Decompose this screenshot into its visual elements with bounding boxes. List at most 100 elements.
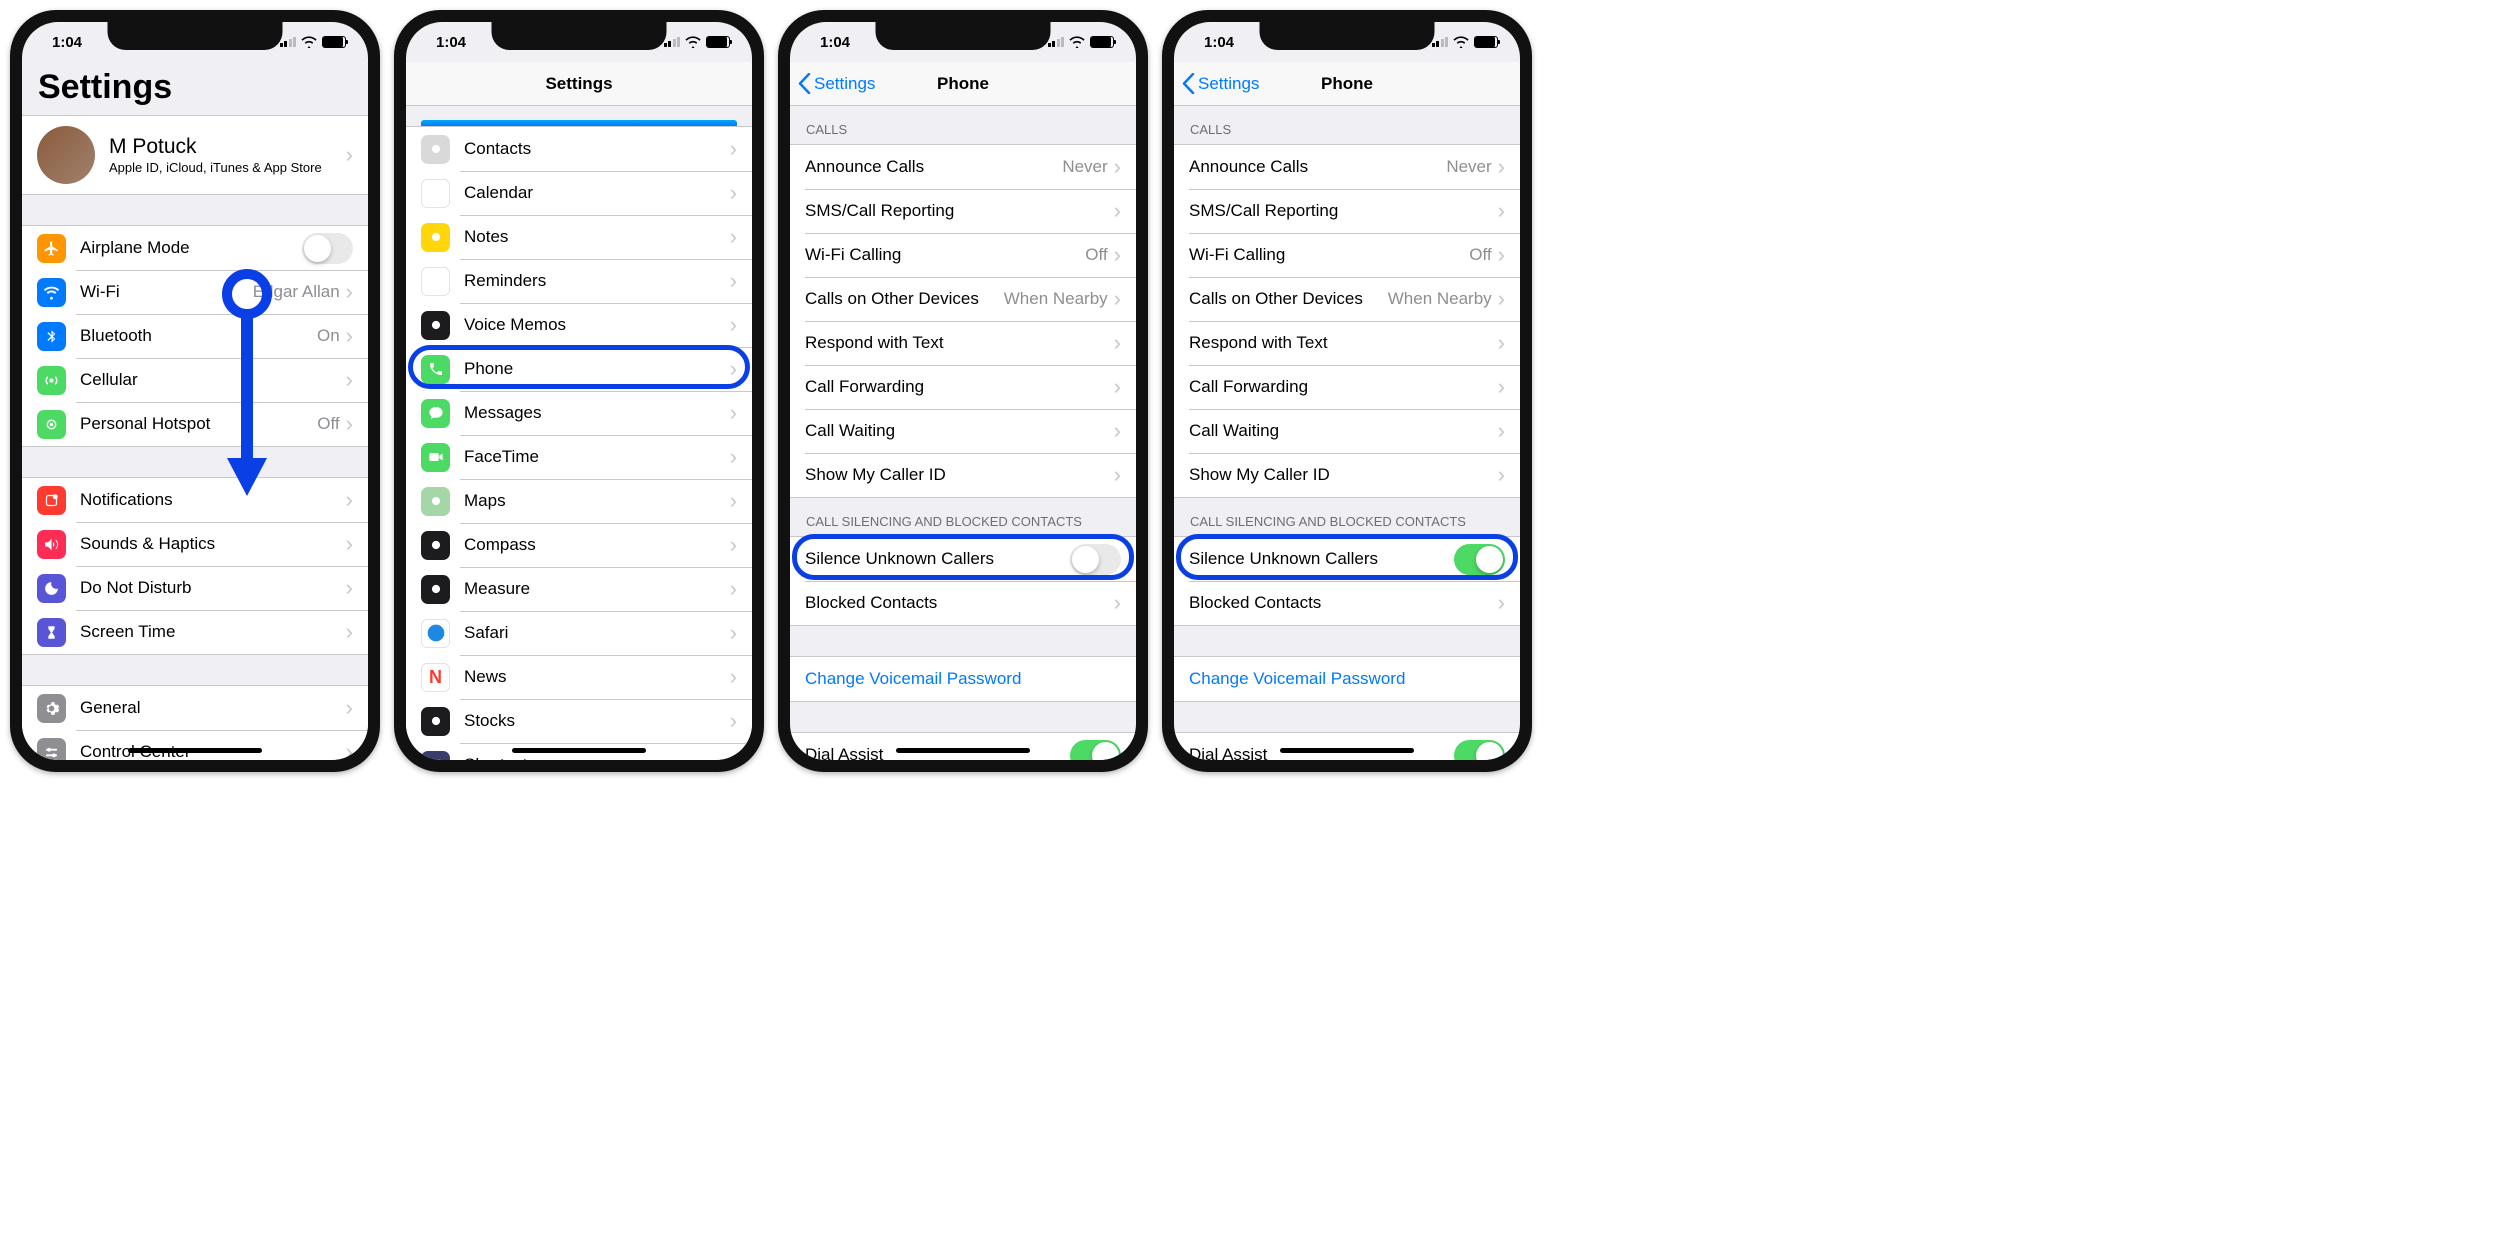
row-label: Maps [464,491,730,511]
row-label: News [464,667,730,687]
row-call-waiting[interactable]: Call Waiting› [1174,409,1520,453]
row-call-forwarding[interactable]: Call Forwarding› [790,365,1136,409]
row-label: Voice Memos [464,315,730,335]
avatar [37,126,95,184]
dial-assist-toggle[interactable] [1070,740,1121,761]
section-header-silencing: CALL SILENCING AND BLOCKED CONTACTS [1174,498,1520,536]
chevron-icon: › [1498,200,1505,222]
battery-icon [1090,36,1114,48]
row-sms-call-reporting[interactable]: SMS/Call Reporting› [790,189,1136,233]
row-news[interactable]: NNews› [406,655,752,699]
signal-icon [280,37,297,47]
chevron-icon: › [1114,332,1121,354]
row-label: Screen Time [80,622,346,642]
chevron-icon: › [1114,420,1121,442]
row-reminders[interactable]: Reminders› [406,259,752,303]
row-label: Announce Calls [805,157,1062,177]
row-airplane-mode[interactable]: Airplane Mode [22,226,368,270]
row-label: Silence Unknown Callers [805,549,1070,569]
row-label: Contacts [464,139,730,159]
row-wi-fi-calling[interactable]: Wi-Fi CallingOff› [790,233,1136,277]
profile-sub: Apple ID, iCloud, iTunes & App Store [109,160,346,175]
stocks-icon [421,707,450,736]
row-measure[interactable]: Measure› [406,567,752,611]
row-blocked-contacts[interactable]: Blocked Contacts› [1174,581,1520,625]
row-contacts[interactable]: Contacts› [406,127,752,171]
row-silence-unknown[interactable]: Silence Unknown Callers [790,537,1136,581]
chevron-icon: › [346,697,353,719]
chevron-icon: › [1498,244,1505,266]
msg-icon [421,399,450,428]
dial-assist-toggle[interactable] [1454,740,1505,761]
row-call-waiting[interactable]: Call Waiting› [790,409,1136,453]
maps-icon [421,487,450,516]
row-label: Personal Hotspot [80,414,317,434]
row-detail: When Nearby [1004,289,1108,309]
row-call-forwarding[interactable]: Call Forwarding› [1174,365,1520,409]
row-compass[interactable]: Compass› [406,523,752,567]
row-label: Messages [464,403,730,423]
row-respond-with-text[interactable]: Respond with Text› [790,321,1136,365]
row-personal-hotspot[interactable]: Personal HotspotOff› [22,402,368,446]
chevron-icon: › [730,622,737,644]
chevron-icon: › [1498,376,1505,398]
row-detail: On [317,326,340,346]
row-maps[interactable]: Maps› [406,479,752,523]
row-cellular[interactable]: Cellular› [22,358,368,402]
row-phone[interactable]: Phone› [406,347,752,391]
toggle[interactable] [302,233,353,264]
row-announce-calls[interactable]: Announce CallsNever› [1174,145,1520,189]
row-bluetooth[interactable]: BluetoothOn› [22,314,368,358]
row-facetime[interactable]: FaceTime› [406,435,752,479]
chevron-icon: › [1498,464,1505,486]
row-show-my-caller-id[interactable]: Show My Caller ID› [1174,453,1520,497]
chevron-icon: › [346,741,353,760]
wifi-icon [1069,36,1085,48]
back-button[interactable]: Settings [1182,73,1259,94]
row-label: Compass [464,535,730,555]
silence-toggle[interactable] [1454,544,1505,575]
section-header-calls: CALLS [1174,106,1520,144]
chevron-icon: › [730,446,737,468]
row-calendar[interactable]: Calendar› [406,171,752,215]
row-general[interactable]: General› [22,686,368,730]
row-calls-on-other-devices[interactable]: Calls on Other DevicesWhen Nearby› [790,277,1136,321]
row-change-voicemail[interactable]: Change Voicemail Password [790,657,1136,701]
chevron-icon: › [1114,376,1121,398]
row-blocked-contacts[interactable]: Blocked Contacts› [790,581,1136,625]
row-notifications[interactable]: Notifications› [22,478,368,522]
phone-icon [421,355,450,384]
row-label: Reminders [464,271,730,291]
row-label: SMS/Call Reporting [1189,201,1498,221]
row-voice-memos[interactable]: Voice Memos› [406,303,752,347]
back-button[interactable]: Settings [798,73,875,94]
row-label: SMS/Call Reporting [805,201,1114,221]
row-announce-calls[interactable]: Announce CallsNever› [790,145,1136,189]
notes-icon [421,223,450,252]
row-wi-fi-calling[interactable]: Wi-Fi CallingOff› [1174,233,1520,277]
row-show-my-caller-id[interactable]: Show My Caller ID› [790,453,1136,497]
profile-row[interactable]: M Potuck Apple ID, iCloud, iTunes & App … [22,116,368,194]
row-notes[interactable]: Notes› [406,215,752,259]
row-screen-time[interactable]: Screen Time› [22,610,368,654]
row-control-center[interactable]: Control Center› [22,730,368,760]
row-silence-unknown[interactable]: Silence Unknown Callers [1174,537,1520,581]
silence-toggle[interactable] [1070,544,1121,575]
row-wi-fi[interactable]: Wi-FiEdgar Allan› [22,270,368,314]
row-do-not-disturb[interactable]: Do Not Disturb› [22,566,368,610]
row-change-voicemail[interactable]: Change Voicemail Password [1174,657,1520,701]
row-messages[interactable]: Messages› [406,391,752,435]
row-calls-on-other-devices[interactable]: Calls on Other DevicesWhen Nearby› [1174,277,1520,321]
control-icon [37,738,66,761]
row-stocks[interactable]: Stocks› [406,699,752,743]
row-respond-with-text[interactable]: Respond with Text› [1174,321,1520,365]
row-sms-call-reporting[interactable]: SMS/Call Reporting› [1174,189,1520,233]
row-sounds-haptics[interactable]: Sounds & Haptics› [22,522,368,566]
row-label: Do Not Disturb [80,578,346,598]
row-safari[interactable]: Safari› [406,611,752,655]
row-dial-assist[interactable]: Dial Assist [1174,733,1520,760]
row-label: Respond with Text [1189,333,1498,353]
cell-icon [37,366,66,395]
row-dial-assist[interactable]: Dial Assist [790,733,1136,760]
back-label: Settings [1198,74,1259,94]
